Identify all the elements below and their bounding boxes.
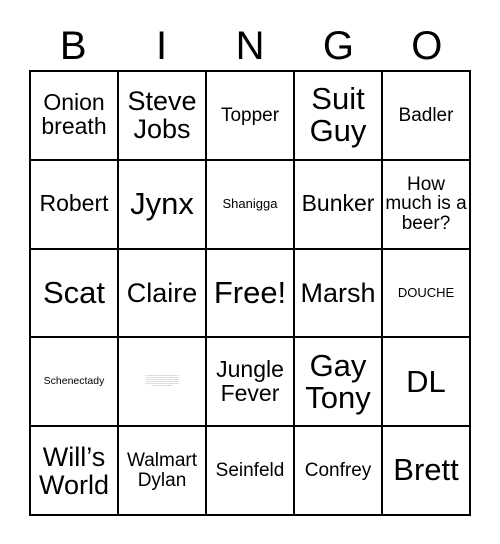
bingo-cell-label: Will’s World <box>38 441 110 500</box>
bingo-cell[interactable]: Brett <box>383 427 471 516</box>
bingo-cell-label: Jynx <box>130 186 194 222</box>
bingo-cell[interactable]: Walmart Dylan <box>119 427 207 516</box>
bingo-cell[interactable]: Bunker <box>295 160 383 250</box>
bingo-cell[interactable]: Jynx <box>119 160 207 250</box>
bingo-cell-label: Walmart Dylan <box>126 449 198 491</box>
bingo-cell-label: Suit Guy <box>309 81 367 149</box>
bingo-cell-label: Schenectady <box>43 375 105 388</box>
bingo-cell-label: Gay Tony <box>305 347 371 415</box>
bingo-cell-label: Confrey <box>304 459 372 481</box>
bingo-cell-label: Robert <box>39 190 109 217</box>
bingo-cell-label: DL <box>406 363 446 399</box>
bingo-cell-label: DOUCHE <box>397 285 455 301</box>
bingo-cell[interactable]: Gay Tony <box>295 338 383 428</box>
bingo-cell-label: Scat <box>42 274 106 310</box>
bingo-cell[interactable]: Badler <box>383 72 471 161</box>
bingo-cell[interactable]: Lorem ipsum dolor sit amet consectetur a… <box>119 338 207 428</box>
bingo-cell-label: Jungle Fever <box>216 355 284 406</box>
bingo-cell-label: Brett <box>393 452 459 488</box>
bingo-cell[interactable]: Robert <box>31 160 119 250</box>
bingo-cell[interactable]: Confrey <box>295 427 383 516</box>
bingo-cell-label: Steve Jobs <box>127 86 197 145</box>
bingo-header-letter-o: O <box>411 24 443 68</box>
bingo-cell[interactable]: Jungle Fever <box>207 338 295 428</box>
bingo-cell[interactable]: Marsh <box>295 249 383 339</box>
bingo-cell[interactable]: Onion breath <box>31 72 119 161</box>
bingo-cell[interactable]: Steve Jobs <box>119 72 207 161</box>
bingo-grid: Onion breath Steve Jobs Topper Suit Guy … <box>29 70 471 516</box>
bingo-cell[interactable]: Claire <box>119 249 207 339</box>
bingo-cell-label: Seinfeld <box>215 459 285 481</box>
bingo-cell-label: Marsh <box>300 277 376 308</box>
bingo-cell-label: Bunker <box>301 190 375 217</box>
bingo-cell[interactable]: Topper <box>207 72 295 161</box>
bingo-cell-label: Topper <box>220 104 280 126</box>
bingo-cell[interactable]: Shanigga <box>207 160 295 250</box>
bingo-cell[interactable]: Will’s World <box>31 427 119 516</box>
bingo-cell[interactable]: How much is a beer? <box>383 160 471 250</box>
bingo-header-row: B I N G O <box>29 22 471 70</box>
bingo-cell[interactable]: Suit Guy <box>295 72 383 161</box>
bingo-cell-label: How much is a beer? <box>385 173 467 235</box>
bingo-cell-label: Badler <box>398 104 454 126</box>
bingo-cell[interactable]: Seinfeld <box>207 427 295 516</box>
bingo-cell-label: Shanigga <box>222 196 278 212</box>
bingo-cell-label: Lorem ipsum dolor sit amet consectetur a… <box>145 375 179 387</box>
bingo-cell-label: Free! <box>213 274 287 310</box>
bingo-cell[interactable]: DL <box>383 338 471 428</box>
bingo-header-letter-n: N <box>235 24 265 68</box>
bingo-header-letter-i: I <box>156 24 168 68</box>
bingo-cell[interactable]: Scat <box>31 249 119 339</box>
bingo-header-letter-g: G <box>322 24 354 68</box>
bingo-cell[interactable]: Schenectady <box>31 338 119 428</box>
bingo-cell-label: Claire <box>126 277 198 308</box>
bingo-cell[interactable]: DOUCHE <box>383 249 471 339</box>
bingo-header-letter-b: B <box>59 24 87 68</box>
bingo-cell-free[interactable]: Free! <box>207 249 295 339</box>
bingo-cell-label: Onion breath <box>41 89 107 140</box>
bingo-card: B I N G O Onion breath Steve Jobs Topper… <box>0 0 500 544</box>
